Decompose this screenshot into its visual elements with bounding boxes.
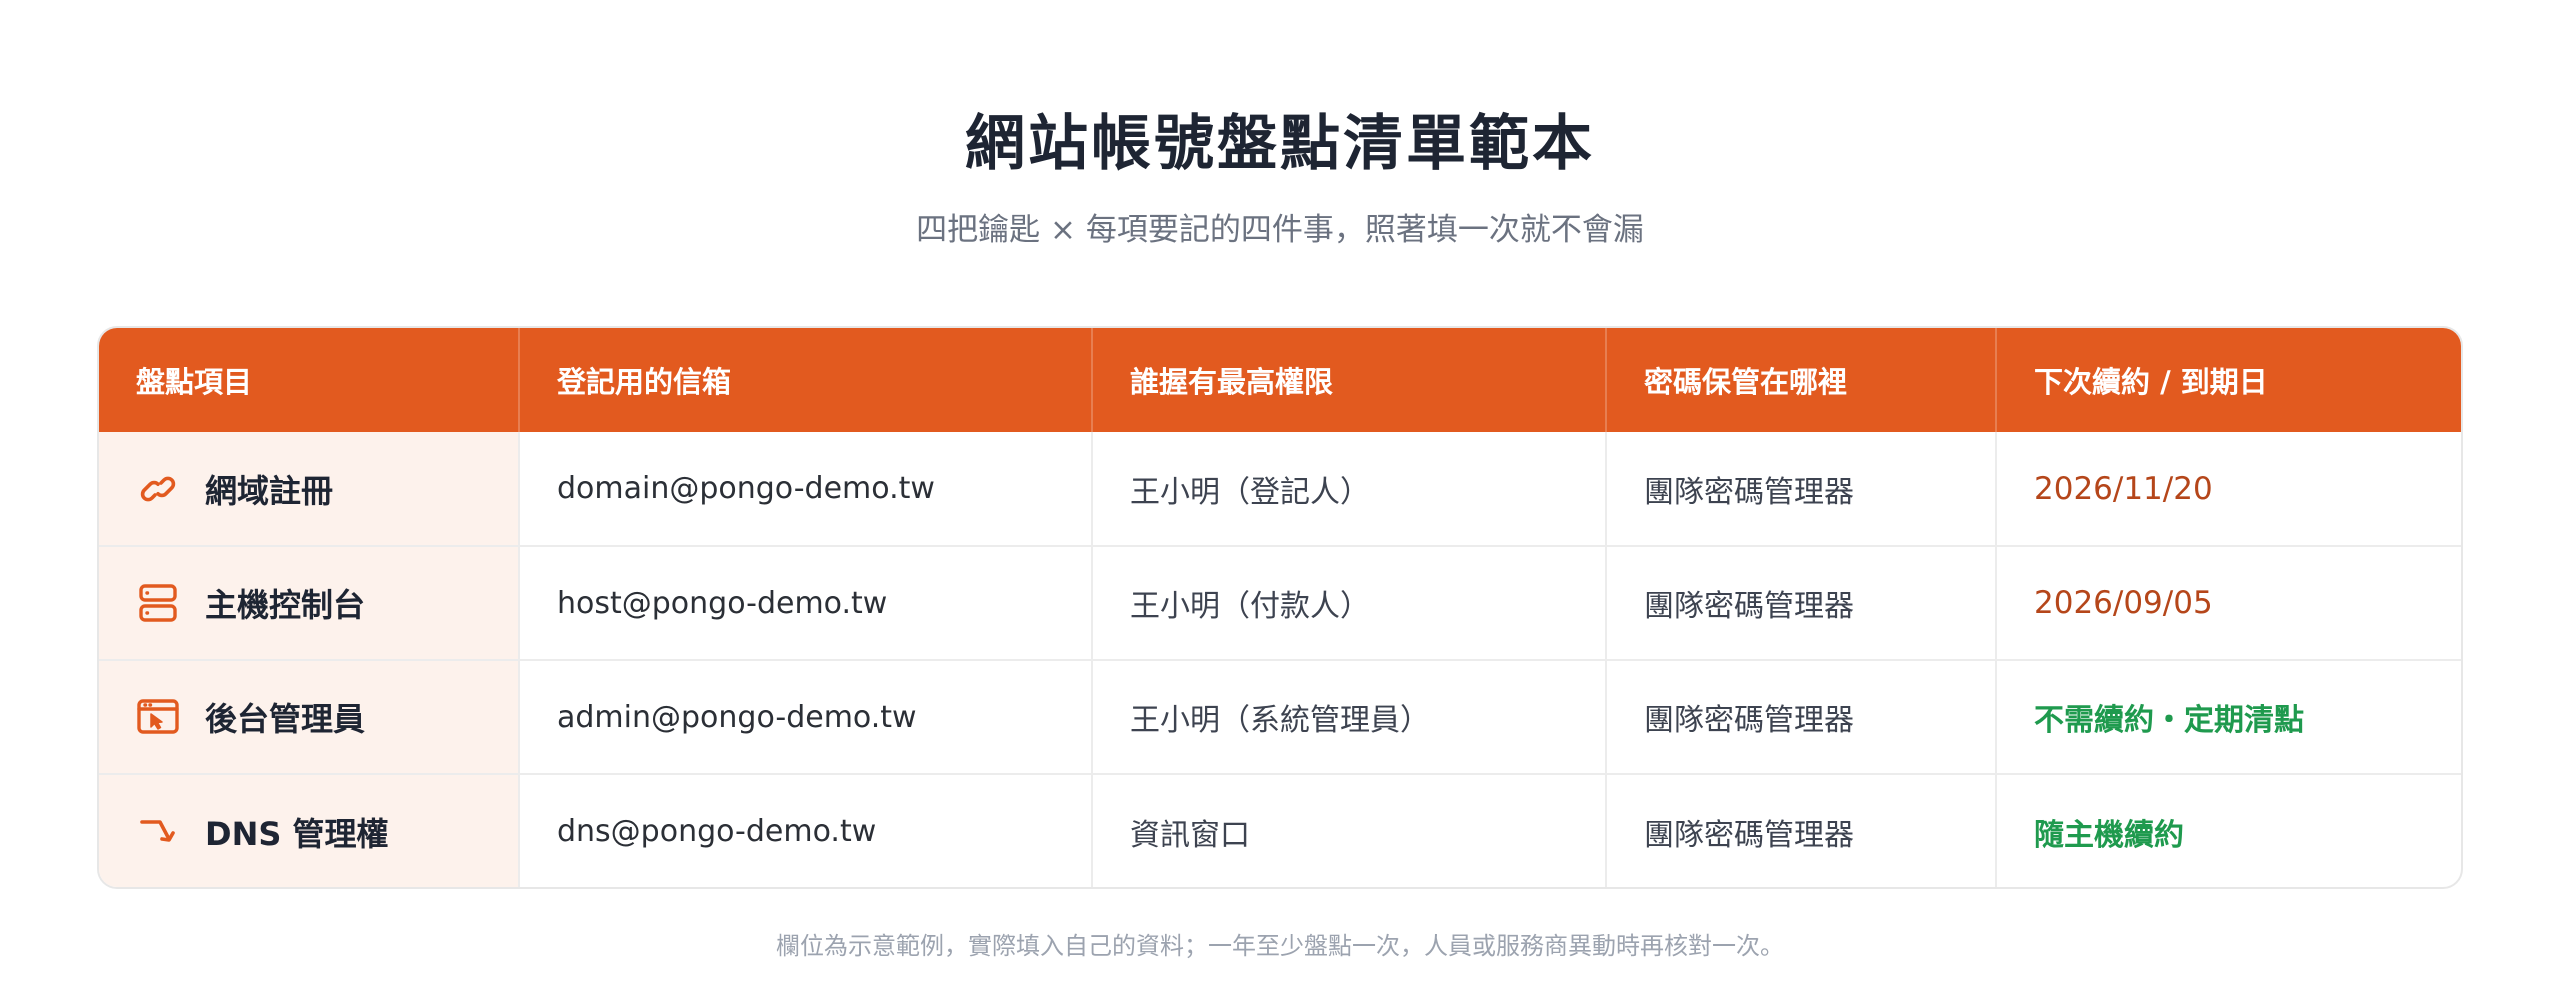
table-row: 主機控制台 host@pongo-demo.tw 王小明（付款人） 團隊密碼管理… <box>99 546 2461 660</box>
table-header-row: 盤點項目 登記用的信箱 誰握有最高權限 密碼保管在哪裡 下次續約 / 到期日 <box>99 328 2461 432</box>
page: 網站帳號盤點清單範本 四把鑰匙 × 每項要記的四件事，照著填一次就不會漏 盤點項… <box>0 0 2560 984</box>
owner-cell: 王小明（系統管理員） <box>1092 660 1607 774</box>
owner-cell: 王小明（登記人） <box>1092 432 1607 546</box>
renewal-cell: 不需續約・定期清點 <box>2034 703 2304 738</box>
header-password: 密碼保管在哪裡 <box>1606 328 1997 432</box>
table-row: 後台管理員 admin@pongo-demo.tw 王小明（系統管理員） 團隊密… <box>99 660 2461 774</box>
renewal-cell: 隨主機續約 <box>2034 817 2184 853</box>
renewal-cell: 2026/09/05 <box>2034 585 2213 621</box>
item-cell: 主機控制台 <box>99 546 520 660</box>
redirect-arrow-icon <box>137 811 179 853</box>
link-icon <box>137 468 179 510</box>
email-cell: dns@pongo-demo.tw <box>519 774 1093 887</box>
item-label: 後台管理員 <box>205 700 366 738</box>
item-label: 主機控制台 <box>205 586 366 624</box>
email-cell: admin@pongo-demo.tw <box>519 660 1093 774</box>
table-row: DNS 管理權 dns@pongo-demo.tw 資訊窗口 團隊密碼管理器 隨… <box>99 774 2461 887</box>
owner-cell: 王小明（付款人） <box>1092 546 1607 660</box>
password-cell: 團隊密碼管理器 <box>1606 660 1997 774</box>
inventory-table: 盤點項目 登記用的信箱 誰握有最高權限 密碼保管在哪裡 下次續約 / 到期日 網… <box>99 328 2461 887</box>
page-subtitle: 四把鑰匙 × 每項要記的四件事，照著填一次就不會漏 <box>916 212 1644 248</box>
footnote: 欄位為示意範例，實際填入自己的資料；一年至少盤點一次，人員或服務商異動時再核對一… <box>776 932 1784 960</box>
header-owner: 誰握有最高權限 <box>1092 328 1607 432</box>
owner-cell: 資訊窗口 <box>1092 774 1607 887</box>
password-cell: 團隊密碼管理器 <box>1606 774 1997 887</box>
email-cell: domain@pongo-demo.tw <box>519 432 1093 546</box>
header-item: 盤點項目 <box>99 328 520 432</box>
admin-window-icon <box>137 696 179 738</box>
server-icon <box>137 582 179 624</box>
password-cell: 團隊密碼管理器 <box>1606 432 1997 546</box>
item-label: 網域註冊 <box>205 471 334 510</box>
header-renewal: 下次續約 / 到期日 <box>2034 365 2268 399</box>
email-cell: host@pongo-demo.tw <box>519 546 1093 660</box>
item-cell: 後台管理員 <box>99 660 520 774</box>
table-row: 網域註冊 domain@pongo-demo.tw 王小明（登記人） 團隊密碼管… <box>99 432 2461 546</box>
renewal-cell: 2026/11/20 <box>2034 470 2213 507</box>
item-label: DNS 管理權 <box>205 814 389 853</box>
header-email: 登記用的信箱 <box>519 328 1093 432</box>
inventory-table-card: 盤點項目 登記用的信箱 誰握有最高權限 密碼保管在哪裡 下次續約 / 到期日 網… <box>97 326 2463 889</box>
password-cell: 團隊密碼管理器 <box>1606 546 1997 660</box>
page-title: 網站帳號盤點清單範本 <box>965 109 1595 179</box>
item-cell: DNS 管理權 <box>99 774 520 887</box>
item-cell: 網域註冊 <box>99 432 520 546</box>
